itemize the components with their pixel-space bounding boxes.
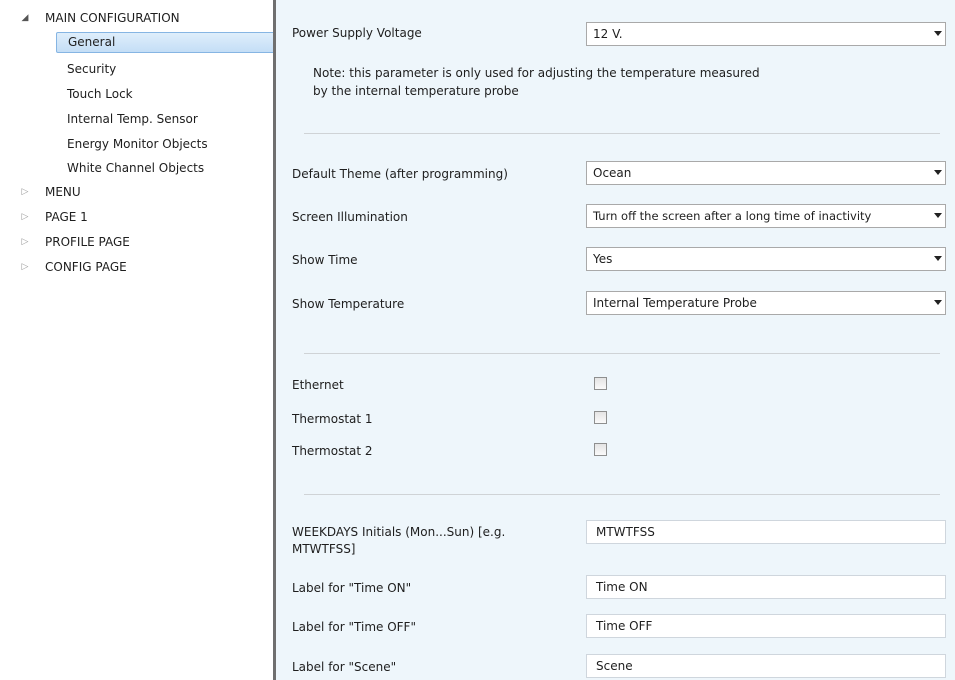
ethernet-checkbox[interactable]	[594, 377, 607, 390]
thermostat-1-label: Thermostat 1	[292, 412, 373, 426]
tree-item-main-configuration[interactable]: ◢ MAIN CONFIGURATION	[0, 8, 270, 28]
chevron-down-icon	[934, 31, 942, 36]
chevron-down-icon	[934, 300, 942, 305]
tree-item-config-page[interactable]: ▷ CONFIG PAGE	[0, 257, 270, 277]
power-supply-voltage-label: Power Supply Voltage	[292, 26, 422, 40]
default-theme-label: Default Theme (after programming)	[292, 167, 508, 181]
tree-item-page-1[interactable]: ▷ PAGE 1	[0, 207, 270, 227]
time-on-label: Label for "Time ON"	[292, 581, 412, 595]
tree-item-label: General	[68, 35, 116, 49]
default-theme-dropdown[interactable]: Ocean	[586, 161, 946, 185]
tree-item-internal-temp-sensor[interactable]: Internal Temp. Sensor	[60, 109, 198, 130]
tree-item-security[interactable]: Security	[60, 59, 116, 80]
tree-item-energy-monitor-objects[interactable]: Energy Monitor Objects	[60, 134, 208, 155]
scene-input[interactable]: Scene	[586, 654, 946, 678]
dropdown-value: Turn off the screen after a long time of…	[593, 209, 872, 223]
scene-label: Label for "Scene"	[292, 660, 397, 674]
dropdown-value: 12 V.	[593, 27, 623, 41]
thermostat-2-checkbox[interactable]	[594, 443, 607, 456]
chevron-down-icon	[934, 256, 942, 261]
tree-item-label: MAIN CONFIGURATION	[45, 11, 180, 25]
tree-item-profile-page[interactable]: ▷ PROFILE PAGE	[0, 232, 270, 252]
weekdays-initials-input[interactable]: MTWTFSS	[586, 520, 946, 544]
expanded-triangle-icon[interactable]: ◢	[19, 8, 31, 28]
thermostat-2-label: Thermostat 2	[292, 444, 373, 458]
chevron-down-icon	[934, 170, 942, 175]
power-supply-voltage-dropdown[interactable]: 12 V.	[586, 22, 946, 46]
collapsed-triangle-icon[interactable]: ▷	[19, 207, 31, 227]
show-temperature-dropdown[interactable]: Internal Temperature Probe	[586, 291, 946, 315]
tree-item-label: MENU	[45, 185, 81, 199]
dropdown-value: Yes	[593, 252, 613, 266]
tree-item-white-channel-objects[interactable]: White Channel Objects	[60, 158, 204, 179]
collapsed-triangle-icon[interactable]: ▷	[19, 182, 31, 202]
tree-item-label: Internal Temp. Sensor	[67, 112, 198, 126]
weekdays-initials-label: WEEKDAYS Initials (Mon...Sun) [e.g. MTWT…	[292, 525, 506, 556]
show-temperature-label: Show Temperature	[292, 297, 405, 311]
dropdown-value: Internal Temperature Probe	[593, 296, 757, 310]
tree-item-label: Touch Lock	[67, 87, 133, 101]
screen-illumination-label: Screen Illumination	[292, 210, 408, 224]
thermostat-1-checkbox[interactable]	[594, 411, 607, 424]
tree-item-label: White Channel Objects	[67, 161, 205, 175]
time-on-input[interactable]: Time ON	[586, 575, 946, 599]
time-off-input[interactable]: Time OFF	[586, 614, 946, 638]
tree-item-touch-lock[interactable]: Touch Lock	[60, 84, 133, 105]
tree-item-label: PAGE 1	[45, 210, 88, 224]
screen-illumination-dropdown[interactable]: Turn off the screen after a long time of…	[586, 204, 946, 228]
power-supply-note: Note: this parameter is only used for ad…	[313, 66, 760, 98]
tree-item-general[interactable]: General	[56, 32, 275, 53]
tree-item-label: CONFIG PAGE	[45, 260, 127, 274]
section-divider	[304, 353, 940, 354]
chevron-down-icon	[934, 213, 942, 218]
navigation-tree: ◢ MAIN CONFIGURATION General Security To…	[0, 0, 275, 680]
time-off-label: Label for "Time OFF"	[292, 620, 416, 634]
collapsed-triangle-icon[interactable]: ▷	[19, 232, 31, 252]
ethernet-label: Ethernet	[292, 378, 344, 392]
section-divider	[304, 133, 940, 134]
tree-item-label: PROFILE PAGE	[45, 235, 130, 249]
dropdown-value: Ocean	[593, 166, 632, 180]
tree-item-label: Energy Monitor Objects	[67, 137, 208, 151]
show-time-label: Show Time	[292, 253, 358, 267]
tree-item-label: Security	[67, 62, 117, 76]
collapsed-triangle-icon[interactable]: ▷	[19, 257, 31, 277]
tree-item-menu[interactable]: ▷ MENU	[0, 182, 270, 202]
section-divider	[304, 494, 940, 495]
parameters-panel: Power Supply Voltage 12 V. Note: this pa…	[276, 0, 955, 680]
show-time-dropdown[interactable]: Yes	[586, 247, 946, 271]
